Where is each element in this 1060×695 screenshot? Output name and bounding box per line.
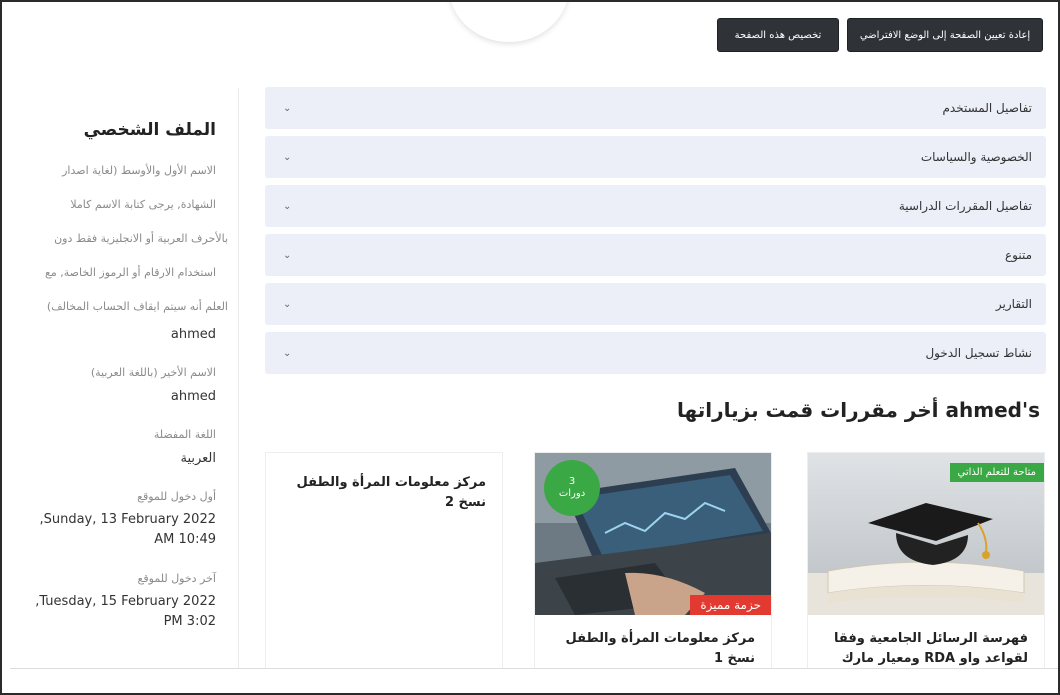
first-name-label-line: الشهادة, يرجى كتابة الاسم كاملا xyxy=(70,198,216,211)
first-name-label-line: بالأحرف العربية أو الانجليزية فقط دون xyxy=(54,232,228,245)
featured-package-badge: حزمة مميزة xyxy=(690,595,771,615)
course-image-laptop[interactable]: 3 دورات حزمة مميزة xyxy=(535,453,771,615)
chevron-down-icon: ⌄ xyxy=(283,298,292,310)
course-card[interactable]: 3 دورات حزمة مميزة مركز معلومات المرأة و… xyxy=(534,452,772,682)
first-name-label-line: العلم أنه سيتم ايقاف الحساب المخالف) xyxy=(46,300,228,313)
course-card[interactable]: متاحة للتعلم الذاتي فهرسة الرسائل الجامع… xyxy=(807,452,1045,686)
section-title: تفاصيل المقررات الدراسية xyxy=(898,199,1032,213)
profile-avatar[interactable] xyxy=(449,2,569,42)
course-title-line: نسخ 2 xyxy=(444,495,486,510)
first-name-value: ahmed xyxy=(170,327,216,342)
section-user-details[interactable]: ⌄ تفاصيل المستخدم xyxy=(265,87,1046,129)
first-access-value: Sunday, 13 February 2022, 10:49 AM xyxy=(8,510,216,550)
section-miscellaneous[interactable]: ⌄ متنوع xyxy=(265,234,1046,276)
reset-page-button[interactable]: إعادة تعيين الصفحة إلى الوضع الافتراضي xyxy=(847,18,1043,52)
section-login-activity[interactable]: ⌄ نشاط تسجيل الدخول xyxy=(265,332,1046,374)
course-image-graduation[interactable]: متاحة للتعلم الذاتي xyxy=(808,453,1044,615)
profile-title: الملف الشخصي xyxy=(83,120,216,140)
course-title-line: مركز معلومات المرأة والطفل xyxy=(296,475,486,490)
course-count-label: دورات xyxy=(558,488,586,499)
customize-page-button[interactable]: تخصيص هذه الصفحة xyxy=(717,18,839,52)
section-title: التقارير xyxy=(995,297,1032,311)
first-access-label: أول دخول للموقع xyxy=(137,490,216,503)
course-title-line: فهرسة الرسائل الجامعية وفقا xyxy=(834,631,1028,646)
section-title: نشاط تسجيل الدخول xyxy=(925,346,1032,360)
first-access-time: 10:49 AM xyxy=(154,532,216,547)
language-label: اللغة المفضلة xyxy=(153,428,216,441)
first-access-date: Sunday, 13 February 2022, xyxy=(39,512,216,527)
chevron-down-icon: ⌄ xyxy=(283,249,292,261)
section-title: متنوع xyxy=(1004,248,1032,262)
course-title[interactable]: مركز معلومات المرأة والطفل نسخ 1 xyxy=(551,629,755,669)
section-reports[interactable]: ⌄ التقارير xyxy=(265,283,1046,325)
last-name-label: الاسم الأخير (باللغة العربية) xyxy=(90,366,216,379)
course-card[interactable]: مركز معلومات المرأة والطفل نسخ 2 xyxy=(265,452,503,682)
section-title: تفاصيل المستخدم xyxy=(942,101,1032,115)
profile-sidebar: الملف الشخصي الاسم الأول والأوسط (لغاية … xyxy=(8,88,239,668)
first-name-label: الاسم الأول والأوسط (لغاية اصدار الشهادة… xyxy=(8,154,228,324)
course-title[interactable]: مركز معلومات المرأة والطفل نسخ 2 xyxy=(282,473,486,513)
chevron-down-icon: ⌄ xyxy=(283,347,292,359)
section-privacy[interactable]: ⌄ الخصوصية والسياسات xyxy=(265,136,1046,178)
self-learning-badge: متاحة للتعلم الذاتي xyxy=(949,463,1044,482)
course-title-line: مركز معلومات المرأة والطفل xyxy=(565,631,755,646)
last-access-label: آخر دخول للموقع xyxy=(137,572,216,585)
last-access-date: Tuesday, 15 February 2022, xyxy=(35,594,216,609)
section-course-details[interactable]: ⌄ تفاصيل المقررات الدراسية xyxy=(265,185,1046,227)
course-title-line: نسخ 1 xyxy=(713,651,755,666)
page-frame: إعادة تعيين الصفحة إلى الوضع الافتراضي ت… xyxy=(0,0,1060,695)
chevron-down-icon: ⌄ xyxy=(283,102,292,114)
first-name-label-line: الاسم الأول والأوسط (لغاية اصدار xyxy=(62,164,216,177)
first-name-label-line: استخدام الارقام أو الرموز الخاصة, مع xyxy=(45,266,216,279)
footer-bar xyxy=(10,668,1058,693)
last-access-time: 3:02 PM xyxy=(163,614,216,629)
section-title: الخصوصية والسياسات xyxy=(920,150,1032,164)
course-count-badge: 3 دورات xyxy=(547,463,597,513)
recent-courses-heading: ahmed's أخر مقررات قمت بزياراتها xyxy=(677,398,1040,422)
last-name-value: ahmed xyxy=(170,389,216,404)
last-access-value: Tuesday, 15 February 2022, 3:02 PM xyxy=(8,592,216,632)
chevron-down-icon: ⌄ xyxy=(283,200,292,212)
language-value: العربية xyxy=(180,451,216,466)
chevron-down-icon: ⌄ xyxy=(283,151,292,163)
course-count: 3 xyxy=(568,476,576,487)
